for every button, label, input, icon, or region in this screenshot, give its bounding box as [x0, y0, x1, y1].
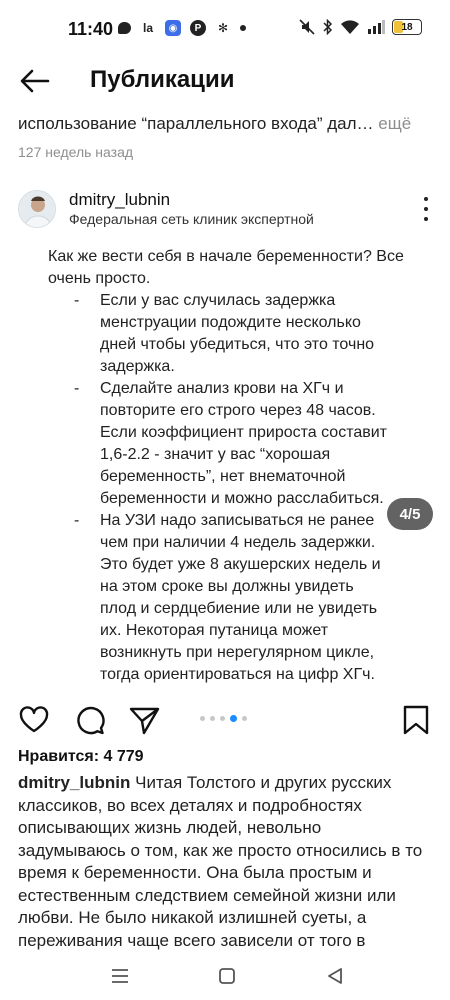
signal-icon	[368, 20, 385, 34]
system-icons: 18	[298, 19, 422, 35]
mute-icon	[299, 19, 315, 35]
dot-icon	[240, 25, 246, 31]
image-intro-text: Как же вести себя в начале беременности?…	[48, 248, 404, 287]
bullet-dash: -	[74, 512, 80, 529]
home-button[interactable]	[214, 963, 240, 989]
bullet-text: На УЗИ надо записываться не ранее чем пр…	[100, 512, 381, 683]
battery-icon: 18	[392, 19, 422, 35]
post-subtitle: Федеральная сеть клиник экспертной	[69, 211, 314, 227]
battery-level: 18	[401, 21, 413, 33]
top-bar: Публикации	[0, 58, 450, 106]
post-caption: dmitry_lubnin Читая Толстого и других ру…	[18, 772, 432, 972]
list-item: - На УЗИ надо записываться не ранее чем п…	[48, 510, 388, 686]
bullet-dash: -	[74, 380, 80, 397]
carousel-indicator	[200, 715, 247, 722]
back-button[interactable]	[322, 963, 348, 989]
wifi-icon	[341, 20, 359, 34]
like-heart-icon[interactable]	[18, 704, 50, 736]
bullet-text: Сделайте анализ крови на ХГч и повторите…	[100, 380, 388, 507]
slide-counter: 4/5	[387, 498, 433, 530]
menu-lines-icon	[112, 969, 128, 983]
previous-post-caption: использование “параллельного входа” дал……	[18, 114, 432, 134]
chat-icon	[118, 22, 131, 34]
carousel-dot	[210, 716, 215, 721]
square-icon	[219, 968, 235, 984]
pinterest-icon: P	[190, 20, 206, 36]
list-item: - Сделайте анализ крови на ХГч и повторит…	[48, 378, 388, 510]
post-header: dmitry_lubnin Федеральная сеть клиник эк…	[0, 184, 450, 236]
post-username[interactable]: dmitry_lubnin	[69, 190, 170, 210]
action-bar	[0, 700, 450, 742]
vk-icon: la	[142, 21, 153, 35]
snowflake-icon: ✻	[217, 21, 229, 35]
more-options-icon[interactable]	[422, 197, 430, 221]
image-bullet-list: - Если у вас случилась задержка менструац…	[48, 290, 388, 686]
more-link[interactable]: ещё	[374, 114, 411, 133]
list-item: - Если у вас случилась задержка менструац…	[48, 290, 388, 378]
podcast-icon: ◉	[165, 20, 181, 36]
bluetooth-icon	[323, 19, 333, 35]
share-send-icon[interactable]	[128, 704, 160, 736]
previous-caption-text: использование “параллельного входа” дал…	[18, 114, 374, 133]
page-title: Публикации	[90, 66, 235, 93]
system-navigation-bar	[0, 955, 450, 1000]
previous-post-date: 127 недель назад	[18, 144, 134, 160]
back-arrow-icon[interactable]	[18, 64, 52, 98]
recent-apps-button[interactable]	[107, 963, 133, 989]
comment-icon[interactable]	[74, 704, 106, 736]
caption-text: Читая Толстого и других русских классико…	[18, 773, 423, 950]
carousel-dot-active	[230, 715, 237, 722]
likes-count[interactable]: Нравится: 4 779	[18, 748, 144, 766]
bullet-dash: -	[74, 292, 80, 309]
carousel-dot	[220, 716, 225, 721]
notification-icons: la ◉ P ✻	[118, 20, 246, 36]
avatar[interactable]	[18, 190, 56, 228]
carousel-dot	[200, 716, 205, 721]
caption-username[interactable]: dmitry_lubnin	[18, 773, 130, 792]
bullet-text: Если у вас случилась задержка менструаци…	[100, 292, 375, 375]
status-time: 11:40	[68, 19, 114, 39]
status-bar: 11:40 la ◉ P ✻ 18	[0, 0, 450, 58]
triangle-back-icon	[328, 968, 342, 984]
avatar-portrait-icon	[19, 191, 55, 227]
post-image[interactable]: Как же вести себя в начале беременности?…	[0, 240, 450, 692]
bookmark-icon[interactable]	[400, 704, 432, 736]
carousel-dot	[242, 716, 247, 721]
